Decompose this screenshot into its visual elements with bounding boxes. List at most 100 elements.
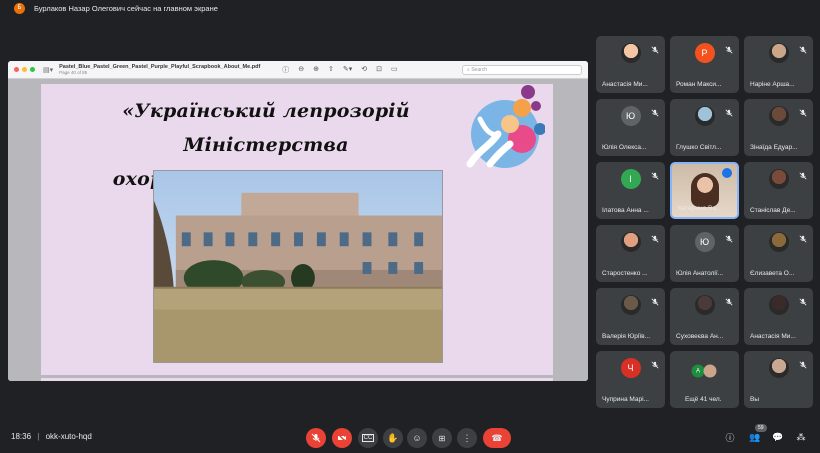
mic-off-button[interactable] xyxy=(306,428,326,448)
camera-off-button[interactable] xyxy=(332,428,352,448)
people-button[interactable]: 👥 xyxy=(748,430,762,444)
info-icon[interactable]: ⓘ xyxy=(282,65,289,75)
presentation-notice-bar: Б Бурлаков Назар Олегович сейчас на глав… xyxy=(0,0,820,16)
avatar: Ч xyxy=(620,358,641,378)
participant-tile[interactable]: Р Роман Макси... xyxy=(670,36,739,93)
participant-name: Наріне Арша... xyxy=(750,81,795,88)
mic-muted-icon xyxy=(799,41,807,54)
maximize-window-icon[interactable] xyxy=(30,67,35,72)
annotate-icon[interactable]: ⊡ xyxy=(376,65,382,75)
info-icon: ⓘ xyxy=(725,432,735,443)
participant-name: Юлія Анатолії... xyxy=(676,270,724,277)
more-vert-icon: ⋮ xyxy=(462,432,472,443)
mic-muted-icon xyxy=(651,41,659,54)
people-count-badge: 59 xyxy=(755,424,767,432)
pdf-search-input[interactable]: ⌕ Search xyxy=(462,64,582,75)
mic-muted-icon xyxy=(651,356,659,369)
mic-muted-icon xyxy=(799,356,807,369)
present-button[interactable]: ⊞ xyxy=(432,428,452,448)
pdf-title: Pastel_Blue_Pastel_Green_Pastel_Purple_P… xyxy=(59,64,260,76)
participant-tile[interactable]: А Ещё 41 чел. xyxy=(670,351,739,408)
more-options-button[interactable]: ⋮ xyxy=(457,428,477,448)
mic-muted-icon xyxy=(799,293,807,306)
pdf-viewer-toolbar: ▤▾ Pastel_Blue_Pastel_Green_Pastel_Purpl… xyxy=(8,61,588,79)
mic-muted-icon xyxy=(725,104,733,117)
activities-button[interactable]: ⁂ xyxy=(794,430,808,444)
participant-tile[interactable]: Єлизавета О... xyxy=(744,225,813,282)
avatar: Р xyxy=(694,43,715,63)
meeting-code: okk-xuto-hqd xyxy=(45,432,92,441)
participant-name: Роман Макси... xyxy=(676,81,722,88)
meeting-controls-bar: 18:36 | okk-xuto-hqd CC ✋ ☺ ⊞ ⋮ ☎ ⓘ 👥 59… xyxy=(0,421,820,453)
participant-name: Суховеєва Ан... xyxy=(676,333,724,340)
raise-hand-button[interactable]: ✋ xyxy=(383,428,403,448)
presenter-avatar: Б xyxy=(14,2,25,14)
mic-muted-icon xyxy=(799,104,807,117)
share-icon[interactable]: ⇧ xyxy=(328,65,334,75)
slide-title-line-1: «Український лепрозорій Міністерства xyxy=(122,100,410,156)
participant-name: Старостенко ... xyxy=(602,270,648,277)
raise-hand-icon: ✋ xyxy=(387,432,399,443)
participant-name: Ілатова Анна ... xyxy=(602,207,649,214)
markup-icon[interactable]: ✎▾ xyxy=(343,65,352,75)
participant-tile[interactable]: Глушко Світл... xyxy=(670,99,739,156)
participant-tile[interactable]: Катерина Ва... xyxy=(670,162,739,219)
mic-muted-icon xyxy=(651,167,659,180)
participant-name: Зінаїда Едуар... xyxy=(750,144,798,151)
avatar: І xyxy=(620,169,641,189)
participant-tile[interactable]: Станіслав Де... xyxy=(744,162,813,219)
search-placeholder: Search xyxy=(471,66,488,73)
avatar: Ю xyxy=(620,106,641,126)
activities-icon: ⁂ xyxy=(796,431,806,442)
zoom-in-icon[interactable]: ⊕ xyxy=(313,65,319,75)
participant-tile[interactable]: Анастасія Ми... xyxy=(596,36,665,93)
participant-name: Чуприна Марі... xyxy=(602,396,649,403)
mic-muted-icon xyxy=(725,41,733,54)
mic-off-icon xyxy=(311,433,321,443)
avatar xyxy=(620,43,641,63)
participant-tile[interactable]: Ю Юлія Анатолії... xyxy=(670,225,739,282)
captions-button[interactable]: CC xyxy=(358,428,378,448)
avatar xyxy=(694,106,715,126)
minimize-window-icon[interactable] xyxy=(22,67,27,72)
leave-call-button[interactable]: ☎ xyxy=(483,428,511,448)
pdf-page-area: «Український лепрозорій Міністерства охо… xyxy=(8,79,588,381)
participant-tile[interactable]: Ю Юлія Олекса... xyxy=(596,99,665,156)
mic-muted-icon xyxy=(651,230,659,243)
emoji-button[interactable]: ☺ xyxy=(407,428,427,448)
participant-name: Катерина Ва... xyxy=(678,205,722,212)
avatar xyxy=(768,358,789,378)
slide: «Український лепрозорій Міністерства охо… xyxy=(41,84,553,375)
participant-tile[interactable]: Анастасія Ми... xyxy=(744,288,813,345)
chat-button[interactable]: 💬 xyxy=(771,430,785,444)
participant-tile[interactable]: Наріне Арша... xyxy=(744,36,813,93)
form-icon[interactable]: ▭ xyxy=(391,65,398,75)
end-call-icon: ☎ xyxy=(491,432,503,443)
presenter-notice-text: Бурлаков Назар Олегович сейчас на главно… xyxy=(34,3,218,13)
mic-muted-icon xyxy=(725,293,733,306)
hands-decoration-icon xyxy=(466,85,545,168)
participant-name: Юлія Олекса... xyxy=(602,144,647,151)
rotate-icon[interactable]: ⟲ xyxy=(361,65,367,75)
participant-name: Вы xyxy=(750,396,760,403)
participant-tile[interactable]: Ч Чуприна Марі... xyxy=(596,351,665,408)
zoom-out-icon[interactable]: ⊖ xyxy=(298,65,304,75)
participant-tile[interactable]: Зінаїда Едуар... xyxy=(744,99,813,156)
camera-off-icon xyxy=(337,433,347,443)
meeting-details-button[interactable]: ⓘ xyxy=(723,430,737,444)
close-window-icon[interactable] xyxy=(14,67,19,72)
avatar xyxy=(620,295,641,315)
participant-tile[interactable]: Вы xyxy=(744,351,813,408)
participant-video xyxy=(690,173,719,207)
mic-muted-icon xyxy=(799,167,807,180)
participant-name: Глушко Світл... xyxy=(676,144,722,151)
participant-name: Станіслав Де... xyxy=(750,207,796,214)
shared-screen: ▤▾ Pastel_Blue_Pastel_Green_Pastel_Purpl… xyxy=(8,61,588,381)
window-controls xyxy=(14,67,35,72)
next-slide-edge xyxy=(41,378,553,381)
sidebar-toggle-icon[interactable]: ▤▾ xyxy=(43,66,53,74)
participant-tile[interactable]: І Ілатова Анна ... xyxy=(596,162,665,219)
participant-tile[interactable]: Старостенко ... xyxy=(596,225,665,282)
participant-tile[interactable]: Валерія Юріїв... xyxy=(596,288,665,345)
participant-tile[interactable]: Суховеєва Ан... xyxy=(670,288,739,345)
